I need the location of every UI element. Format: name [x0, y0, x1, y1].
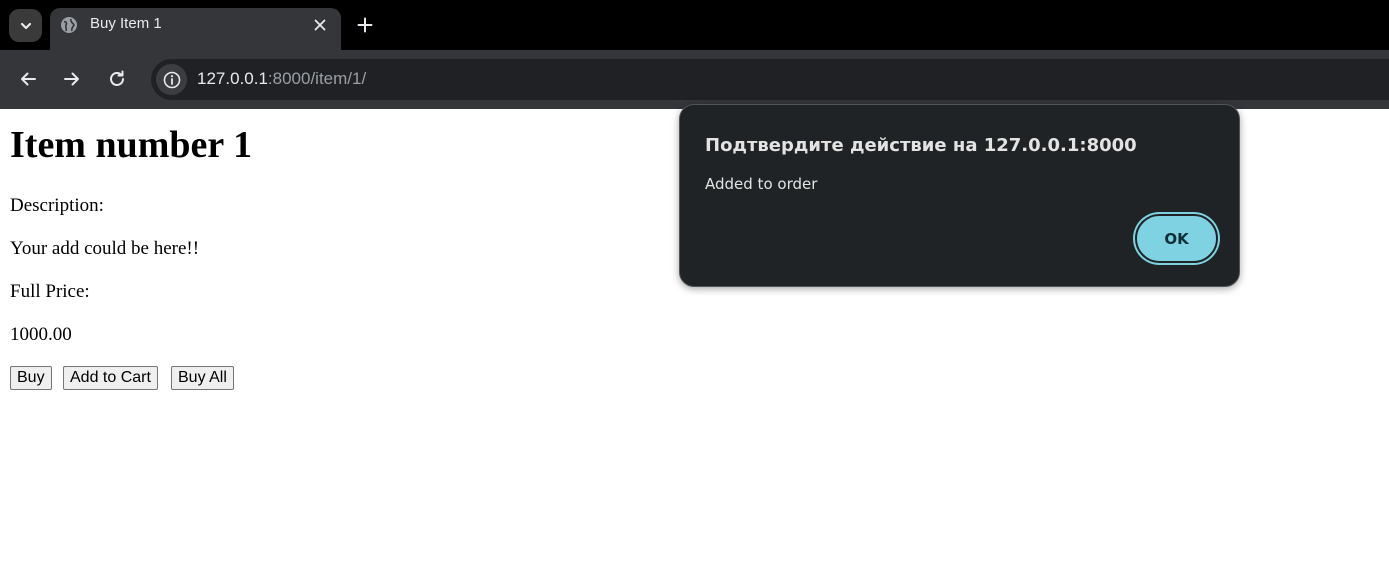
reload-icon	[110, 70, 124, 86]
buy-all-button[interactable]: Buy All	[171, 366, 234, 390]
plus-icon	[357, 17, 373, 33]
info-icon	[163, 71, 180, 88]
alert-dialog: Подтвердите действие на 127.0.0.1:8000 A…	[679, 104, 1240, 287]
dialog-message: Added to order	[705, 175, 818, 193]
description-label: Description:	[10, 195, 104, 216]
tab-search-button[interactable]	[9, 9, 42, 42]
new-tab-button[interactable]	[353, 13, 377, 37]
price-value: 1000.00	[10, 324, 72, 345]
globe-icon	[61, 17, 77, 33]
page-title: Item number 1	[10, 124, 253, 166]
dialog-title: Подтвердите действие на 127.0.0.1:8000	[705, 135, 1137, 156]
reload-button[interactable]	[104, 66, 130, 92]
buy-button[interactable]: Buy	[10, 366, 52, 390]
close-icon	[314, 19, 326, 31]
arrow-right-icon	[64, 72, 79, 86]
arrow-left-icon	[21, 72, 36, 86]
url-text[interactable]: 127.0.0.1:8000/item/1/	[197, 69, 366, 89]
chevron-down-icon	[20, 22, 31, 29]
site-info-button[interactable]	[156, 64, 187, 95]
add-to-cart-button[interactable]: Add to Cart	[63, 366, 158, 390]
url-path: :8000/item/1/	[267, 69, 367, 88]
tab-close-button[interactable]	[309, 14, 331, 36]
description-text: Your add could be here!!	[10, 238, 200, 259]
tab-title: Buy Item 1	[90, 15, 162, 32]
url-host: 127.0.0.1	[197, 69, 268, 88]
forward-button[interactable]	[59, 66, 85, 92]
tab-strip: Buy Item 1	[0, 0, 1389, 50]
ok-button[interactable]: OK	[1135, 214, 1218, 263]
price-label: Full Price:	[10, 281, 90, 302]
back-button[interactable]	[15, 66, 41, 92]
